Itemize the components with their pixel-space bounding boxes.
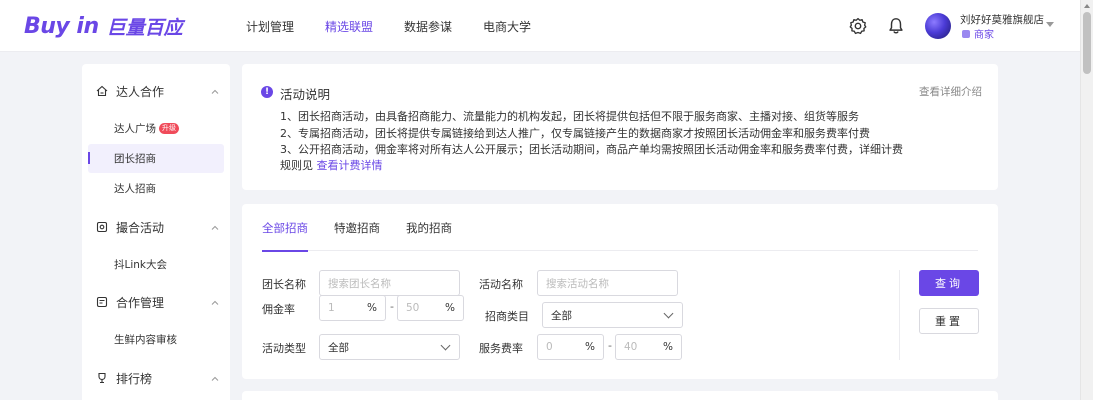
sidebar: 达人合作 达人广场 升级 团长招商 达人招商 撮合活动 抖Link大会 合作管理… <box>82 64 230 400</box>
chevron-up-icon[interactable] <box>211 88 219 96</box>
nav-item-university[interactable]: 电商大学 <box>483 18 531 35</box>
sidebar-item-leader-recruit[interactable]: 团长招商 <box>88 144 224 173</box>
sidebar-section-talent-coop[interactable]: 达人合作 <box>96 81 164 101</box>
activity-type-label: 活动类型 <box>262 342 306 355</box>
tab-all-recruit[interactable]: 全部招商 <box>262 204 308 252</box>
commission-max-input[interactable]: 50 % <box>397 295 464 321</box>
active-item-marker <box>88 152 90 164</box>
logo-en-text: Buy in <box>24 13 99 39</box>
scroll-thumb[interactable] <box>1083 12 1091 74</box>
sidebar-item-label: 抖Link大会 <box>114 259 168 271</box>
shop-name[interactable]: 刘好好莫雅旗舰店 <box>960 12 1044 27</box>
activity-title: 活动说明 <box>280 87 331 102</box>
activity-name-input[interactable]: 搜索活动名称 <box>537 270 678 296</box>
logo-cn-text: 巨量百应 <box>106 16 183 39</box>
bell-icon[interactable] <box>887 17 905 35</box>
percent-unit: % <box>367 302 377 314</box>
reset-button[interactable]: 重置 <box>919 308 979 334</box>
category-label: 招商类目 <box>485 310 529 323</box>
sidebar-section-label: 撮合活动 <box>116 220 165 235</box>
activity-type-value: 全部 <box>328 341 349 354</box>
scroll-up-icon[interactable] <box>1084 4 1090 8</box>
top-nav-bar: Buy in 巨量百应 计划管理 精选联盟 数据参谋 电商大学 刘好好莫雅旗舰店… <box>0 0 1080 52</box>
chevron-up-icon[interactable] <box>211 299 219 307</box>
caret-down-icon[interactable] <box>1046 22 1054 27</box>
commission-rate-label: 佣金率 <box>262 303 295 316</box>
sidebar-section-coop-management[interactable]: 合作管理 <box>96 292 164 312</box>
gear-icon[interactable] <box>849 17 867 35</box>
sidebar-item-label: 团长招商 <box>114 153 156 165</box>
service-fee-max-input[interactable]: 40 % <box>615 334 682 360</box>
shop-role-label: 商家 <box>974 30 994 41</box>
range-separator: - <box>390 300 394 313</box>
activity-line-1: 1、团长招商活动，由具备招商能力、流量能力的机构发起，团长将提供包括但不限于服务… <box>280 110 859 123</box>
activity-line-3: 3、公开招商活动，佣金率将对所有达人公开展示；团长活动期间，商品产单均需按照团长… <box>280 143 903 156</box>
sidebar-item-talent-recruit[interactable]: 达人招商 <box>82 174 230 203</box>
store-icon <box>962 29 970 38</box>
upgrade-badge: 升级 <box>159 123 179 134</box>
chevron-up-icon[interactable] <box>211 224 219 232</box>
sidebar-item-fresh-review[interactable]: 生鲜内容审核 <box>82 325 230 354</box>
percent-unit: % <box>445 302 455 314</box>
sidebar-item-link-conference[interactable]: 抖Link大会 <box>82 250 230 279</box>
tab-my-recruit[interactable]: 我的招商 <box>406 204 452 251</box>
chevron-up-icon[interactable] <box>211 375 219 383</box>
activity-rule-prefix: 规则见 <box>280 159 313 172</box>
results-panel <box>242 391 998 400</box>
sidebar-item-label: 达人招商 <box>114 183 156 195</box>
percent-unit: % <box>585 341 595 353</box>
sidebar-item-label: 生鲜内容审核 <box>114 334 177 346</box>
info-icon: ! <box>261 86 273 98</box>
commission-max-placeholder: 50 <box>406 302 420 314</box>
brand-logo[interactable]: Buy in 巨量百应 <box>24 11 183 41</box>
view-details-link[interactable]: 查看详细介绍 <box>919 84 985 101</box>
sidebar-item-talent-square[interactable]: 达人广场 升级 <box>82 114 230 143</box>
activity-description-panel: ! 活动说明 1、团长招商活动，由具备招商能力、流量能力的机构发起，团长将提供包… <box>242 64 998 190</box>
commission-min-placeholder: 1 <box>328 302 335 314</box>
percent-unit: % <box>663 341 673 353</box>
billing-details-link[interactable]: 查看计费详情 <box>317 159 383 172</box>
sidebar-item-label: 达人广场 <box>114 123 156 135</box>
service-fee-min-placeholder: 0 <box>546 341 553 353</box>
chevron-down-icon <box>440 340 451 351</box>
chevron-down-icon <box>663 308 674 319</box>
category-select[interactable]: 全部 <box>542 302 683 328</box>
sidebar-section-label: 达人合作 <box>116 84 165 99</box>
main-nav: 计划管理 精选联盟 数据参谋 电商大学 <box>246 0 562 52</box>
nav-item-alliance[interactable]: 精选联盟 <box>325 18 373 35</box>
sidebar-section-label: 合作管理 <box>116 295 165 310</box>
trophy-icon <box>98 372 106 384</box>
service-fee-label: 服务费率 <box>479 342 523 355</box>
activity-icon <box>96 221 108 233</box>
service-fee-min-input[interactable]: 0 % <box>537 334 604 360</box>
commission-min-input[interactable]: 1 % <box>319 295 386 321</box>
activity-line-2: 2、专属招商活动，团长将提供专属链接给到达人推广，仅专属链接产生的数据商家才按照… <box>280 127 870 140</box>
nav-item-data[interactable]: 数据参谋 <box>404 18 452 35</box>
sidebar-section-label: 排行榜 <box>116 371 153 386</box>
activity-line-4: 规则见 查看计费详情 <box>280 157 383 173</box>
leader-name-label: 团长名称 <box>262 278 306 291</box>
avatar[interactable] <box>925 13 951 39</box>
query-button[interactable]: 查询 <box>919 270 979 296</box>
sidebar-section-ranking[interactable]: 排行榜 <box>96 368 152 388</box>
nav-item-plan[interactable]: 计划管理 <box>246 18 294 35</box>
leader-name-input[interactable]: 搜索团长名称 <box>319 270 460 296</box>
recruit-tabs: 全部招商 特邀招商 我的招商 <box>262 204 978 252</box>
tab-invited-recruit[interactable]: 特邀招商 <box>334 204 380 251</box>
sidebar-section-matching[interactable]: 撮合活动 <box>96 217 164 237</box>
range-separator: - <box>608 339 612 352</box>
page-scrollbar[interactable] <box>1080 0 1093 400</box>
category-value: 全部 <box>551 309 572 322</box>
handshake-icon <box>96 85 108 97</box>
recruit-search-panel: 全部招商 特邀招商 我的招商 团长名称 搜索团长名称 活动名称 搜索活动名称 佣… <box>242 204 998 379</box>
service-fee-max-placeholder: 40 <box>624 341 638 353</box>
contract-icon <box>96 296 108 308</box>
shop-role-badge: 商家 <box>962 26 994 41</box>
activity-name-label: 活动名称 <box>479 278 523 291</box>
divider <box>899 270 900 360</box>
activity-type-select[interactable]: 全部 <box>319 334 460 360</box>
